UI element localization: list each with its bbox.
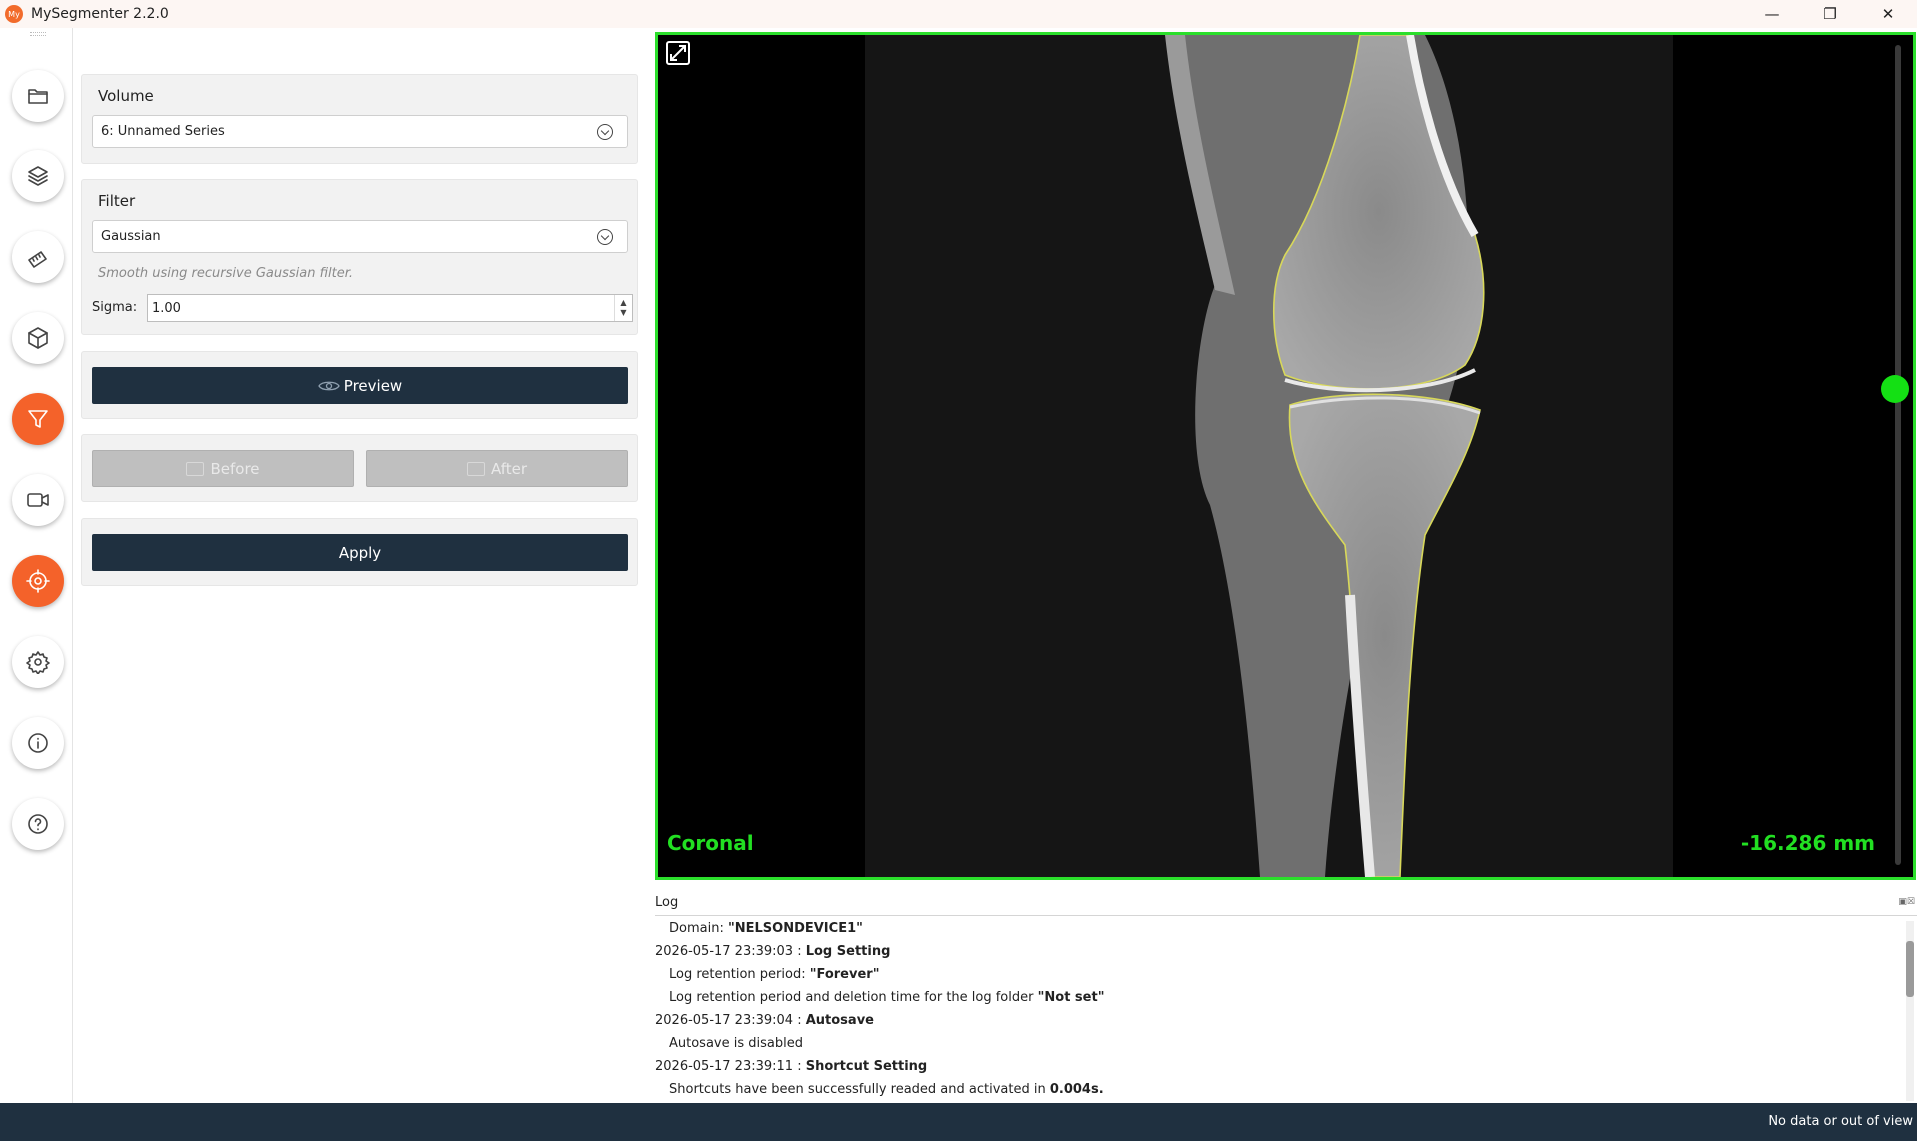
minimize-button[interactable]: — xyxy=(1743,0,1801,28)
log-line: 2026-05-17 23:39:04 : Autosave xyxy=(655,1009,1917,1032)
3d-model-button[interactable] xyxy=(12,312,64,364)
volume-card: Volume 6: Unnamed Series xyxy=(81,74,638,164)
layers-button[interactable] xyxy=(12,150,64,202)
volume-select[interactable]: 6: Unnamed Series xyxy=(92,115,628,148)
log-line-emphasis: "Not set" xyxy=(1037,990,1105,1005)
measure-button[interactable] xyxy=(12,231,64,283)
dock-controls-icon[interactable]: ▣☒ xyxy=(1898,897,1915,907)
gear-icon xyxy=(26,651,50,674)
info-icon xyxy=(28,733,48,753)
before-button[interactable]: Before xyxy=(92,450,354,487)
tool-rail xyxy=(0,28,73,1103)
log-lines: Domain: "NELSONDEVICE1" 2026-05-17 23:39:… xyxy=(655,917,1917,1101)
log-line: Log retention period: "Forever" xyxy=(655,963,1917,986)
log-header: Log ▣☒ xyxy=(655,892,1917,916)
filter-icon xyxy=(28,410,48,428)
log-line-text: 2026-05-17 23:39:03 : xyxy=(655,944,806,959)
coronal-viewer[interactable]: Coronal -16.286 mm xyxy=(655,32,1916,880)
filter-title: Filter xyxy=(98,192,136,210)
apply-button[interactable]: Apply xyxy=(92,534,628,571)
log-line-text: Shortcuts have been successfully readed … xyxy=(669,1082,1050,1097)
target-button[interactable] xyxy=(12,555,64,607)
log-scrollbar[interactable] xyxy=(1906,921,1914,1101)
filter-description: Smooth using recursive Gaussian filter. xyxy=(98,266,353,281)
filter-button[interactable] xyxy=(12,393,64,445)
log-line-text: Log retention period and deletion time f… xyxy=(669,990,1038,1005)
view-orientation-label: Coronal xyxy=(667,831,754,855)
filter-panel: Volume 6: Unnamed Series Filter Gaussian… xyxy=(73,28,645,1103)
filter-select[interactable]: Gaussian xyxy=(92,220,628,253)
status-text: No data or out of view xyxy=(1768,1114,1913,1129)
log-line-text: 2026-05-17 23:39:04 : xyxy=(655,1013,806,1028)
log-title: Log xyxy=(655,895,679,910)
log-line-emphasis: "Forever" xyxy=(809,967,880,982)
log-line: Domain: "NELSONDEVICE1" xyxy=(655,917,1917,940)
layers-icon xyxy=(28,166,48,186)
preview-card: Preview xyxy=(81,351,638,419)
log-panel: Domain: "NELSONDEVICE1" 2026-05-17 23:39:… xyxy=(655,917,1917,1102)
window-controls: — ❐ ✕ xyxy=(1743,0,1917,28)
open-file-button[interactable] xyxy=(12,70,64,122)
log-line-emphasis: Log Setting xyxy=(805,944,891,959)
after-label: After xyxy=(490,459,528,478)
log-line-emphasis: "NELSONDEVICE1" xyxy=(727,921,863,936)
close-button[interactable]: ✕ xyxy=(1859,0,1917,28)
volume-title: Volume xyxy=(98,87,154,105)
log-line: Log retention period and deletion time f… xyxy=(655,986,1917,1009)
status-bar: No data or out of view xyxy=(0,1103,1917,1141)
settings-button[interactable] xyxy=(12,636,64,688)
cube-icon xyxy=(28,327,48,349)
sigma-value: 1.00 xyxy=(152,300,181,316)
ct-slice-image xyxy=(865,35,1673,877)
ruler-icon xyxy=(28,251,47,268)
sigma-stepper[interactable]: ▲ ▼ xyxy=(614,295,632,321)
after-button[interactable]: After xyxy=(366,450,628,487)
video-icon xyxy=(27,493,49,507)
log-line-text: Log retention period: xyxy=(669,967,810,982)
slice-slider-handle[interactable] xyxy=(1881,375,1909,404)
help-icon xyxy=(28,814,48,834)
log-line-emphasis: Shortcut Setting xyxy=(805,1059,928,1074)
log-line-text: Domain: xyxy=(669,921,728,936)
log-line-emphasis: Autosave xyxy=(805,1013,874,1028)
filter-card: Filter Gaussian Smooth using recursive G… xyxy=(81,179,638,335)
app-logo: My xyxy=(5,5,23,23)
compare-card: Before After xyxy=(81,434,638,502)
window-title: MySegmenter 2.2.0 xyxy=(31,6,169,22)
expand-icon[interactable] xyxy=(665,40,691,66)
log-line-text: Autosave is disabled xyxy=(669,1036,803,1051)
preview-button[interactable]: Preview xyxy=(92,367,628,404)
before-label: Before xyxy=(210,459,260,478)
sigma-input[interactable]: 1.00 ▲ ▼ xyxy=(147,294,633,322)
help-button[interactable] xyxy=(12,798,64,850)
preview-label: Preview xyxy=(343,376,403,395)
sigma-label: Sigma: xyxy=(92,300,138,315)
rail-grip[interactable] xyxy=(30,32,46,36)
record-button[interactable] xyxy=(12,474,64,526)
image-icon xyxy=(466,461,485,476)
filter-select-value: Gaussian xyxy=(101,229,161,244)
log-line-emphasis: 0.004s. xyxy=(1049,1082,1104,1097)
restore-button[interactable]: ❐ xyxy=(1801,0,1859,28)
folder-icon xyxy=(28,89,48,104)
volume-select-value: 6: Unnamed Series xyxy=(101,124,225,139)
slice-position-label: -16.286 mm xyxy=(1740,831,1875,855)
title-bar: My MySegmenter 2.2.0 — ❐ ✕ xyxy=(0,0,1917,28)
slice-slider-track[interactable] xyxy=(1895,45,1901,865)
apply-label: Apply xyxy=(338,543,382,562)
chevron-down-icon xyxy=(597,229,613,245)
eye-icon xyxy=(318,381,340,390)
info-button[interactable] xyxy=(12,717,64,769)
log-line: Shortcuts have been successfully readed … xyxy=(655,1078,1917,1101)
log-line-text: 2026-05-17 23:39:11 : xyxy=(655,1059,806,1074)
knee-ct-image xyxy=(865,35,1673,877)
apply-card: Apply xyxy=(81,518,638,586)
target-icon xyxy=(26,569,50,593)
log-scrollbar-thumb[interactable] xyxy=(1906,941,1914,997)
image-icon xyxy=(186,461,205,476)
log-line: Autosave is disabled xyxy=(655,1032,1917,1055)
log-line: 2026-05-17 23:39:11 : Shortcut Setting xyxy=(655,1055,1917,1078)
chevron-down-icon xyxy=(597,124,613,140)
log-line: 2026-05-17 23:39:03 : Log Setting xyxy=(655,940,1917,963)
